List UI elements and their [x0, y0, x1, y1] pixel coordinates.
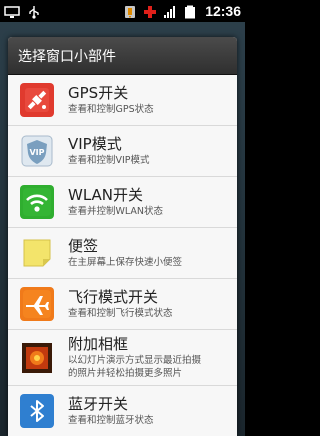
widget-subtitle: 查看并控制WLAN状态 [68, 206, 164, 217]
widget-subtitle: 在主屏幕上保存快速小便签 [68, 257, 183, 268]
screen: 12:36 选择窗口小部件 GPS开关 查看和控制GPS状态 VIP VIP模式… [0, 0, 245, 436]
widget-item-notes[interactable]: 便签 在主屏幕上保存快速小便签 [8, 228, 237, 279]
vip-shield-icon: VIP [20, 134, 54, 168]
widget-item-photo-frame[interactable]: 附加相框 以幻灯片演示方式显示最近拍摄 的照片并轻松拍摄更多照片 [8, 330, 237, 386]
widget-list: GPS开关 查看和控制GPS状态 VIP VIP模式 查看和控制VIP模式 WL… [8, 75, 237, 436]
widget-picker-dialog: 选择窗口小部件 GPS开关 查看和控制GPS状态 VIP VIP模式 查看和控制… [8, 37, 237, 436]
battery-icon [183, 4, 199, 19]
photo-frame-icon [20, 341, 54, 375]
bluetooth-icon [20, 394, 54, 428]
signal-icon [163, 4, 179, 18]
widget-title: 蓝牙开关 [68, 395, 129, 413]
sticky-note-icon [20, 236, 54, 270]
status-time: 12:36 [205, 3, 241, 19]
dialog-title: 选择窗口小部件 [8, 37, 237, 75]
widget-subtitle-line2: 的照片并轻松拍摄更多照片 [68, 368, 183, 379]
widget-subtitle: 查看和控制GPS状态 [68, 104, 154, 115]
widget-item-gps[interactable]: GPS开关 查看和控制GPS状态 [8, 75, 237, 126]
widget-title: VIP模式 [68, 135, 122, 153]
widget-title: GPS开关 [68, 84, 129, 102]
widget-subtitle: 以幻灯片演示方式显示最近拍摄 的照片并轻松拍摄更多照片 [68, 354, 201, 380]
widget-subtitle-line1: 以幻灯片演示方式显示最近拍摄 [68, 355, 202, 366]
widget-item-vip[interactable]: VIP VIP模式 查看和控制VIP模式 [8, 126, 237, 177]
widget-item-wlan[interactable]: WLAN开关 查看并控制WLAN状态 [8, 177, 237, 228]
widget-subtitle: 查看和控制VIP模式 [68, 155, 150, 166]
usb-icon [26, 4, 42, 19]
gps-satellite-icon [20, 83, 54, 117]
widget-title: 附加相框 [68, 335, 129, 353]
widget-title: WLAN开关 [68, 186, 144, 204]
airplane-icon [20, 287, 54, 321]
sim-alert-icon [123, 4, 139, 18]
screen-icon [4, 4, 20, 18]
widget-item-bluetooth[interactable]: 蓝牙开关 查看和控制蓝牙状态 [8, 386, 237, 436]
widget-subtitle: 查看和控制飞行模式状态 [68, 308, 173, 319]
medical-cross-icon [143, 4, 159, 18]
wifi-icon [20, 185, 54, 219]
svg-text:VIP: VIP [29, 148, 44, 157]
widget-subtitle: 查看和控制蓝牙状态 [68, 415, 154, 426]
status-bar: 12:36 [0, 0, 245, 22]
widget-title: 飞行模式开关 [68, 288, 159, 306]
widget-title: 便签 [68, 237, 99, 255]
widget-item-airplane-mode[interactable]: 飞行模式开关 查看和控制飞行模式状态 [8, 279, 237, 330]
